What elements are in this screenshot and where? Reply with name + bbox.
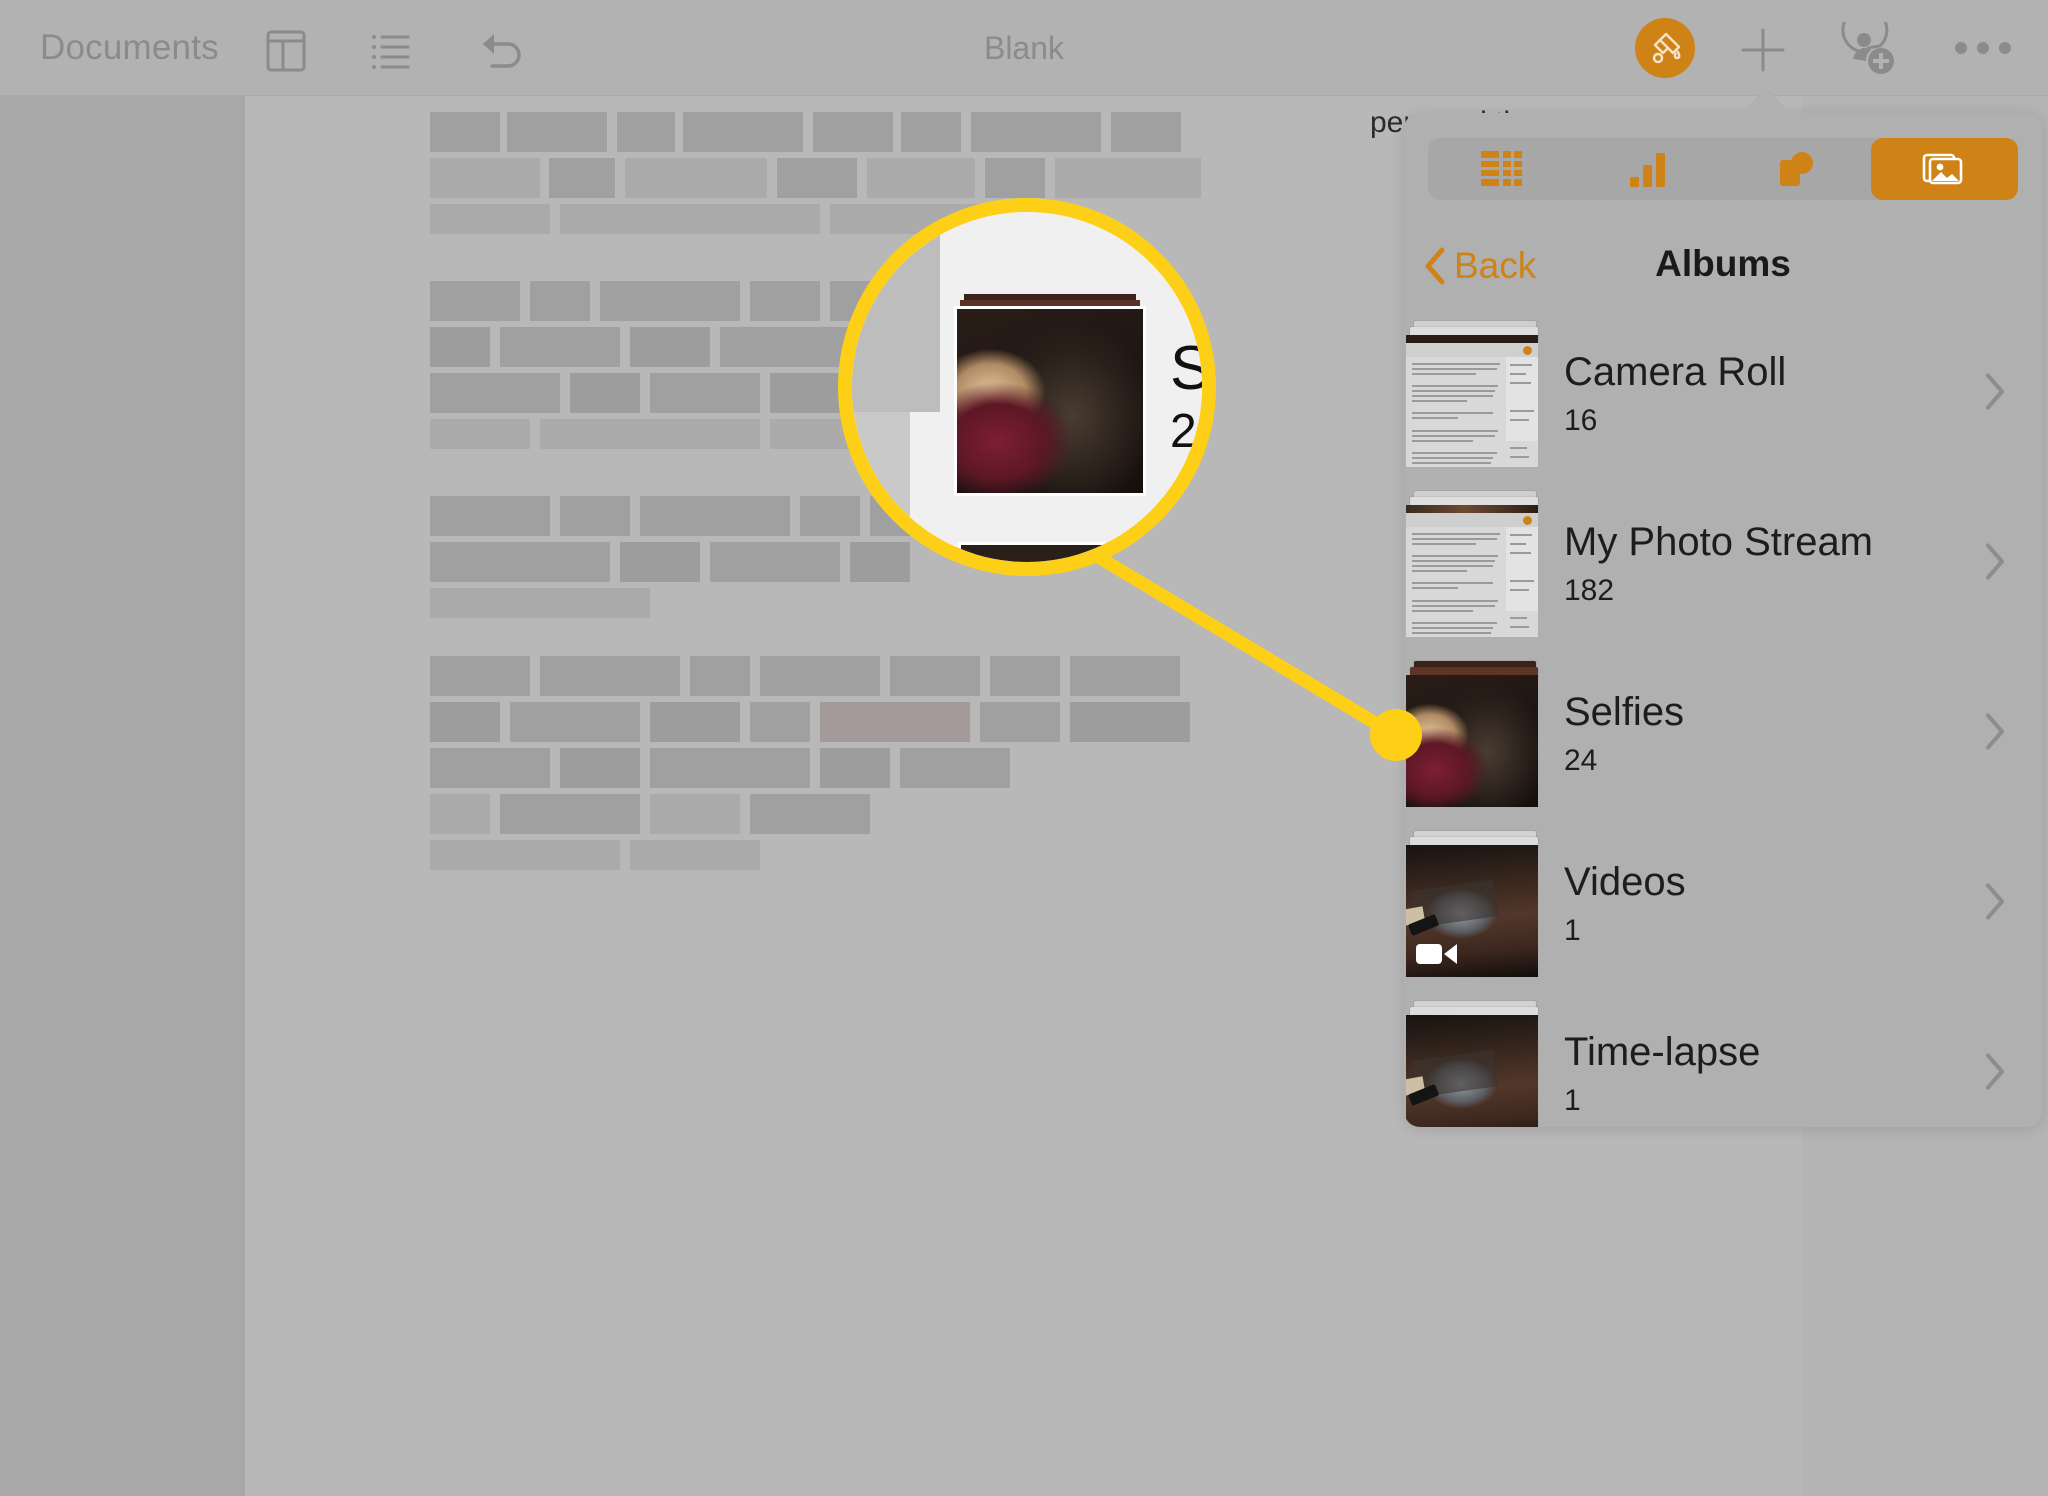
chevron-right-icon <box>1984 372 2006 417</box>
chart-icon <box>1630 153 1666 187</box>
media-icon <box>1922 153 1963 185</box>
album-thumbnail <box>1406 1001 1542 1127</box>
album-row-my-photo-stream[interactable]: My Photo Stream 182 <box>1404 479 2042 649</box>
popover-title: Albums <box>1655 243 1791 284</box>
table-icon <box>1480 151 1522 186</box>
shapes-icon <box>1779 152 1813 186</box>
album-name: Videos <box>1564 860 1686 904</box>
thumbnail-image <box>1406 1015 1538 1127</box>
magnified-album-name: Se <box>1170 334 1212 403</box>
album-thumbnail <box>1406 661 1542 807</box>
album-text: Selfies 24 <box>1564 690 1684 778</box>
more-dot <box>1977 42 1989 54</box>
album-count: 16 <box>1564 404 1598 437</box>
insert-media-popover: Back Albums Camera Roll 16 My Photo Stre… <box>1404 113 2042 1127</box>
thumbnail-image <box>1406 335 1538 467</box>
magnifier-callout: Se 24 <box>838 198 1216 576</box>
more-icon[interactable] <box>1955 38 2015 58</box>
popover-arrow <box>1740 86 1792 116</box>
paintbrush-icon[interactable] <box>1635 18 1695 78</box>
album-text: Time-lapse 1 <box>1564 1030 1760 1118</box>
album-text: Videos 1 <box>1564 860 1686 948</box>
magnified-thumbnail <box>954 306 1146 496</box>
add-person-icon[interactable] <box>1840 6 1900 82</box>
album-count: 24 <box>1564 744 1598 777</box>
album-count: 182 <box>1564 574 1615 607</box>
album-name: Time-lapse <box>1564 1030 1761 1074</box>
left-sidebar-strip <box>0 96 245 1496</box>
table-tab[interactable] <box>1428 138 1576 200</box>
album-name: Camera Roll <box>1564 350 1787 394</box>
thumbnail-image <box>1406 845 1538 977</box>
album-thumbnail <box>1406 321 1542 467</box>
chevron-right-icon <box>1984 542 2006 587</box>
album-row-videos[interactable]: Videos 1 <box>1404 819 2042 989</box>
album-name: My Photo Stream <box>1564 520 1874 564</box>
chevron-right-icon <box>1984 882 2006 927</box>
album-row-time-lapse[interactable]: Time-lapse 1 <box>1404 989 2042 1127</box>
album-thumbnail <box>1406 491 1542 637</box>
thumbnail-image <box>1406 675 1538 807</box>
thumbnail-image <box>1406 505 1538 637</box>
top-toolbar: Documents Blank <box>0 0 2048 96</box>
album-name: Selfies <box>1564 690 1685 734</box>
album-text: My Photo Stream 182 <box>1564 520 1873 608</box>
video-badge-icon <box>1416 941 1458 967</box>
album-list: Camera Roll 16 My Photo Stream 182 Selfi… <box>1404 309 2042 1127</box>
chevron-right-icon <box>1984 712 2006 757</box>
chart-tab[interactable] <box>1576 138 1724 200</box>
more-dot <box>1955 42 1967 54</box>
album-thumbnail <box>1406 831 1542 977</box>
more-dot <box>1999 42 2011 54</box>
popover-tab-bar <box>1428 138 2018 200</box>
album-row-camera-roll[interactable]: Camera Roll 16 <box>1404 309 2042 479</box>
album-text: Camera Roll 16 <box>1564 350 1786 438</box>
album-row-selfies[interactable]: Selfies 24 <box>1404 649 2042 819</box>
plus-icon[interactable] <box>1735 22 1791 78</box>
app-screen: Documents Blank pers Back Albums Camera … <box>0 0 2048 1496</box>
shapes-tab[interactable] <box>1723 138 1871 200</box>
album-count: 1 <box>1564 1084 1581 1117</box>
chevron-right-icon <box>1984 1052 2006 1097</box>
media-tab[interactable] <box>1870 138 2018 200</box>
album-count: 1 <box>1564 914 1581 947</box>
popover-nav-bar: Back Albums <box>1404 223 2042 309</box>
